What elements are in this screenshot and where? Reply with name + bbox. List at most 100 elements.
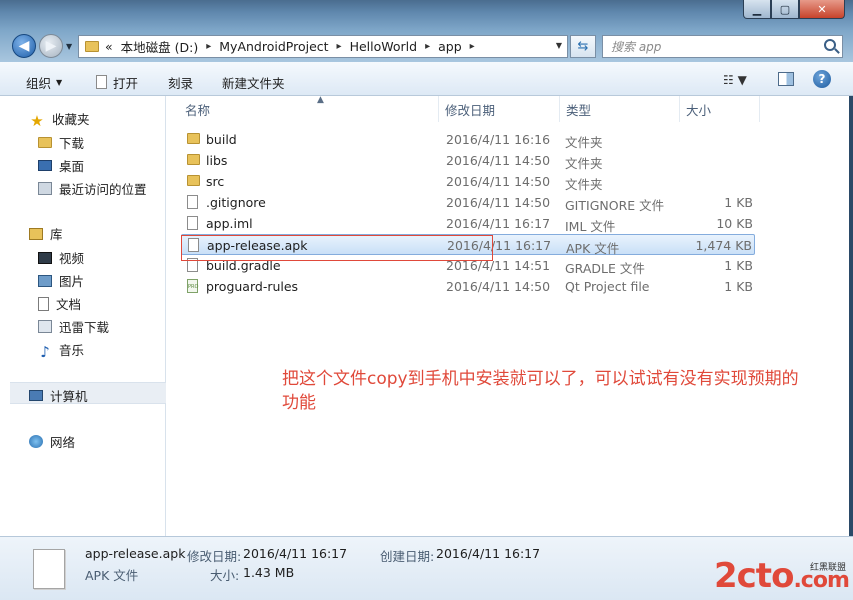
video-library-icon [38,251,52,264]
new-folder-label: 新建文件夹 [222,76,285,91]
file-row[interactable]: build 2016/4/11 16:16 文件夹 [181,129,755,150]
nav-item-computer[interactable]: 计算机 [29,386,88,405]
file-name: libs [206,153,228,168]
open-button[interactable]: 打开 [96,73,138,92]
nav-item-videos[interactable]: 视频 [38,248,84,267]
minimize-button[interactable]: ▁ [743,0,771,19]
nav-item-downloads[interactable]: 下载 [38,133,84,152]
music-note-icon: ♪ [40,343,50,361]
nav-item-documents[interactable]: 文档 [38,294,81,313]
nav-item-desktop[interactable]: 桌面 [38,156,84,175]
nav-label: 文档 [56,297,82,312]
file-list: 名称 ▲ 修改日期 类型 大小 build 2016/4/11 16:16 文件… [167,95,853,536]
details-filetype: APK 文件 [85,568,139,583]
pictures-library-icon [38,274,52,287]
file-row[interactable]: libs 2016/4/11 14:50 文件夹 [181,150,755,171]
annotation-text-continued: 功能 [282,393,316,413]
details-created-value: 2016/4/11 16:17 [436,546,541,561]
chevron-down-icon[interactable]: ▼ [556,41,562,50]
file-size: 1 KB [724,279,753,294]
nav-item-thunder-downloads[interactable]: 迅雷下载 [38,317,109,336]
burn-button[interactable]: 刻录 [168,73,193,92]
nav-item-recent-places[interactable]: 最近访问的位置 [38,179,147,198]
column-label: 类型 [566,102,592,118]
preview-pane-icon[interactable] [778,72,794,86]
file-size: 1 KB [724,258,753,273]
details-modified-value: 2016/4/11 16:17 [243,546,348,561]
chevron-right-icon[interactable]: ▸ [470,41,475,52]
help-icon[interactable]: ? [813,70,831,88]
command-bar: 组织 ▼ 打开 刻录 新建文件夹 ☷ ▼ ? [0,62,853,96]
window-title-bar: ▁ ▢ ✕ [0,0,853,30]
new-folder-button[interactable]: 新建文件夹 [222,73,285,92]
nav-item-music[interactable]: ♪ 音乐 [38,340,85,361]
refresh-button[interactable]: ⇆ [570,35,596,58]
forward-button[interactable]: ▶ [39,34,63,58]
file-type: 文件夹 [565,177,603,192]
thunder-download-icon [38,320,52,333]
file-row[interactable]: PRO proguard-rules 2016/4/11 14:50 Qt Pr… [181,276,755,297]
search-icon[interactable] [824,39,836,51]
file-row[interactable]: app.iml 2016/4/11 16:17 IML 文件 10 KB [181,213,755,234]
search-input[interactable]: 搜索 app [602,35,843,58]
column-label: 修改日期 [445,102,496,118]
column-header-date[interactable]: 修改日期 [439,96,560,122]
address-bar[interactable]: « 本地磁盘 (D:) ▸ MyAndroidProject ▸ HelloWo… [78,35,568,58]
nav-label: 音乐 [59,343,85,358]
nav-item-pictures[interactable]: 图片 [38,271,84,290]
chevron-right-icon[interactable]: ▸ [206,41,211,52]
back-button[interactable]: ◀ [12,34,36,58]
view-options-icon[interactable]: ☷ ▼ [723,73,747,87]
recent-places-icon [38,182,52,195]
file-row[interactable]: .gitignore 2016/4/11 14:50 GITIGNORE 文件 … [181,192,755,213]
folder-icon [85,41,99,52]
nav-label: 最近访问的位置 [59,182,147,197]
column-label: 大小 [686,102,712,118]
nav-item-libraries[interactable]: 库 [29,224,63,243]
watermark-main: 2cto [714,556,794,596]
column-header-name[interactable]: 名称 ▲ [179,95,439,122]
close-button[interactable]: ✕ [799,0,845,19]
file-type: Qt Project file [565,279,650,294]
file-icon [187,216,198,230]
nav-label: 桌面 [59,159,85,174]
nav-item-network[interactable]: 网络 [29,432,75,451]
desktop-icon [38,160,52,171]
file-name: .gitignore [206,195,266,210]
organize-button[interactable]: 组织 ▼ [26,73,62,92]
annotation-text: 把这个文件copy到手机中安装就可以了，可以试试有没有实现预期的 [282,369,799,389]
burn-label: 刻录 [168,76,194,91]
navigation-pane: ★ 收藏夹 下载 桌面 最近访问的位置 库 视频 图片 文档 迅雷下载 ♪ 音乐… [0,96,166,536]
folder-icon [187,133,200,144]
file-row[interactable]: src 2016/4/11 14:50 文件夹 [181,171,755,192]
column-header-size[interactable]: 大小 [680,96,760,122]
dropdown-arrow-icon: ▼ [56,78,63,87]
file-date: 2016/4/11 14:50 [446,195,551,210]
watermark-caption: 红黑联盟 [810,563,847,573]
details-created-label: 创建日期: [380,549,435,564]
open-label: 打开 [113,76,139,91]
breadcrumb-app[interactable]: app [438,39,462,54]
file-type: 文件夹 [565,135,603,150]
breadcrumb-helloworld[interactable]: HelloWorld [350,39,418,54]
file-size: 1 KB [724,195,753,210]
computer-icon [29,390,43,401]
chevron-right-icon[interactable]: ▸ [337,41,342,52]
folder-icon [187,154,200,165]
document-icon [96,74,107,89]
nav-label: 收藏夹 [52,112,90,127]
column-header-type[interactable]: 类型 [560,96,680,122]
file-name: proguard-rules [206,279,299,294]
history-dropdown-icon[interactable]: ▼ [66,42,72,51]
breadcrumb-local-disk[interactable]: 本地磁盘 (D:) [121,37,199,56]
nav-item-favorites[interactable]: ★ 收藏夹 [29,109,90,130]
network-icon [29,435,43,448]
nav-label: 库 [50,227,63,242]
address-prefix[interactable]: « [105,39,113,54]
file-date: 2016/4/11 16:16 [446,132,551,147]
file-name: app.iml [206,216,253,231]
file-name: src [206,174,225,189]
chevron-right-icon[interactable]: ▸ [425,41,430,52]
breadcrumb-myandroidproject[interactable]: MyAndroidProject [219,39,328,54]
maximize-button[interactable]: ▢ [771,0,799,19]
